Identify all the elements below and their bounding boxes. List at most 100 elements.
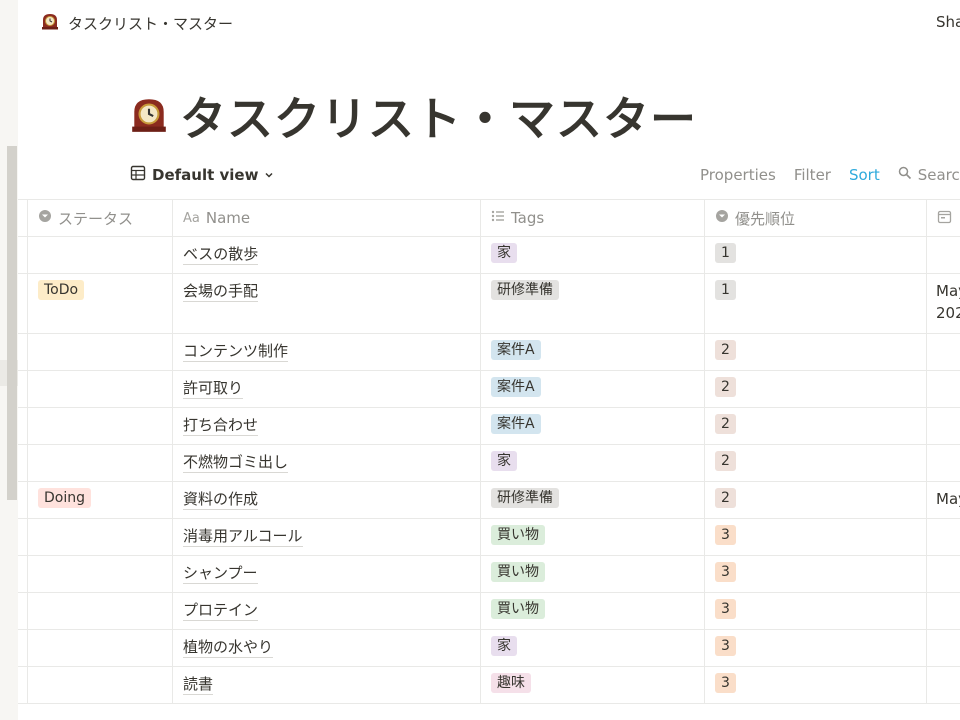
name-cell[interactable]: 不燃物ゴミ出し: [173, 445, 481, 481]
name-cell[interactable]: 会場の手配: [173, 274, 481, 333]
task-name: 打ち合わせ: [183, 416, 259, 436]
status-cell[interactable]: [28, 334, 173, 370]
status-cell[interactable]: [28, 445, 173, 481]
status-cell[interactable]: [28, 371, 173, 407]
row-handle-cell: [18, 482, 28, 518]
column-header-date[interactable]: [927, 200, 960, 236]
filter-button[interactable]: Filter: [794, 166, 831, 184]
priority-badge: 2: [715, 414, 736, 434]
tags-cell[interactable]: 案件A: [481, 371, 705, 407]
breadcrumb[interactable]: タスクリスト・マスター: [40, 12, 233, 34]
date-cell[interactable]: [927, 445, 960, 481]
tags-cell[interactable]: 買い物: [481, 519, 705, 555]
status-cell[interactable]: [28, 593, 173, 629]
tag-badge: 家: [491, 243, 517, 263]
date-cell[interactable]: [927, 667, 960, 703]
date-cell[interactable]: [927, 556, 960, 592]
task-name: 消毒用アルコール: [183, 527, 303, 547]
date-cell[interactable]: [927, 371, 960, 407]
tags-cell[interactable]: 家: [481, 445, 705, 481]
column-header-priority[interactable]: 優先順位: [705, 200, 927, 236]
priority-badge: 3: [715, 599, 736, 619]
table-row[interactable]: 植物の水やり 家 3: [18, 630, 960, 667]
table-row[interactable]: ToDo 会場の手配 研修準備 1 May 202: [18, 274, 960, 334]
share-button[interactable]: Sha: [936, 13, 960, 31]
task-name: プロテイン: [183, 601, 259, 621]
name-cell[interactable]: 読書: [173, 667, 481, 703]
status-cell[interactable]: Doing: [28, 482, 173, 518]
task-name: 読書: [183, 675, 214, 695]
status-cell[interactable]: [28, 237, 173, 273]
name-cell[interactable]: 資料の作成: [173, 482, 481, 518]
date-cell[interactable]: [927, 237, 960, 273]
date-cell[interactable]: [927, 334, 960, 370]
search-icon: [898, 166, 912, 184]
column-header-status[interactable]: ステータス: [28, 200, 173, 236]
tags-cell[interactable]: 案件A: [481, 408, 705, 444]
properties-button[interactable]: Properties: [700, 166, 776, 184]
tags-cell[interactable]: 研修準備: [481, 274, 705, 333]
priority-cell[interactable]: 3: [705, 556, 927, 592]
search-button[interactable]: Search: [898, 166, 960, 184]
tags-cell[interactable]: 趣味: [481, 667, 705, 703]
tags-cell[interactable]: 家: [481, 630, 705, 666]
name-cell[interactable]: シャンプー: [173, 556, 481, 592]
table-row[interactable]: コンテンツ制作 案件A 2: [18, 334, 960, 371]
priority-cell[interactable]: 3: [705, 667, 927, 703]
name-cell[interactable]: 消毒用アルコール: [173, 519, 481, 555]
date-cell[interactable]: May 202: [927, 274, 960, 333]
tags-cell[interactable]: 買い物: [481, 593, 705, 629]
priority-cell[interactable]: 3: [705, 593, 927, 629]
status-cell[interactable]: [28, 519, 173, 555]
date-cell[interactable]: [927, 519, 960, 555]
priority-cell[interactable]: 3: [705, 630, 927, 666]
priority-cell[interactable]: 2: [705, 445, 927, 481]
table-row[interactable]: プロテイン 買い物 3: [18, 593, 960, 630]
sort-button[interactable]: Sort: [849, 166, 880, 184]
name-cell[interactable]: 植物の水やり: [173, 630, 481, 666]
name-cell[interactable]: 打ち合わせ: [173, 408, 481, 444]
table-row[interactable]: シャンプー 買い物 3: [18, 556, 960, 593]
date-cell[interactable]: May: [927, 482, 960, 518]
priority-cell[interactable]: 2: [705, 371, 927, 407]
table-row[interactable]: 消毒用アルコール 買い物 3: [18, 519, 960, 556]
table-row[interactable]: Doing 資料の作成 研修準備 2 May: [18, 482, 960, 519]
tag-badge: 趣味: [491, 673, 531, 693]
table-row[interactable]: ベスの散歩 家 1: [18, 237, 960, 274]
tags-cell[interactable]: 家: [481, 237, 705, 273]
status-cell[interactable]: [28, 556, 173, 592]
priority-cell[interactable]: 1: [705, 274, 927, 333]
column-header-label: 優先順位: [735, 209, 796, 228]
name-cell[interactable]: ベスの散歩: [173, 237, 481, 273]
column-header-tags[interactable]: Tags: [481, 200, 705, 236]
tags-cell[interactable]: 研修準備: [481, 482, 705, 518]
tags-cell[interactable]: 案件A: [481, 334, 705, 370]
priority-cell[interactable]: 3: [705, 519, 927, 555]
table-row[interactable]: 打ち合わせ 案件A 2: [18, 408, 960, 445]
date-cell[interactable]: [927, 408, 960, 444]
table-row[interactable]: 不燃物ゴミ出し 家 2: [18, 445, 960, 482]
column-header-name[interactable]: Aa Name: [173, 200, 481, 236]
page-title[interactable]: タスクリスト・マスター: [180, 83, 697, 149]
date-cell[interactable]: [927, 593, 960, 629]
date-cell[interactable]: [927, 630, 960, 666]
view-switcher[interactable]: Default view: [130, 164, 274, 186]
task-name: 会場の手配: [183, 282, 259, 302]
scrollbar-thumb[interactable]: [7, 146, 17, 500]
priority-cell[interactable]: 2: [705, 482, 927, 518]
status-cell[interactable]: [28, 630, 173, 666]
status-cell[interactable]: [28, 667, 173, 703]
status-cell[interactable]: ToDo: [28, 274, 173, 333]
name-cell[interactable]: プロテイン: [173, 593, 481, 629]
priority-cell[interactable]: 1: [705, 237, 927, 273]
status-cell[interactable]: [28, 408, 173, 444]
name-cell[interactable]: 許可取り: [173, 371, 481, 407]
priority-badge: 2: [715, 451, 736, 471]
priority-cell[interactable]: 2: [705, 408, 927, 444]
table-row[interactable]: 許可取り 案件A 2: [18, 371, 960, 408]
name-cell[interactable]: コンテンツ制作: [173, 334, 481, 370]
date-value: May: [936, 282, 960, 300]
priority-cell[interactable]: 2: [705, 334, 927, 370]
tags-cell[interactable]: 買い物: [481, 556, 705, 592]
table-row[interactable]: 読書 趣味 3: [18, 667, 960, 704]
